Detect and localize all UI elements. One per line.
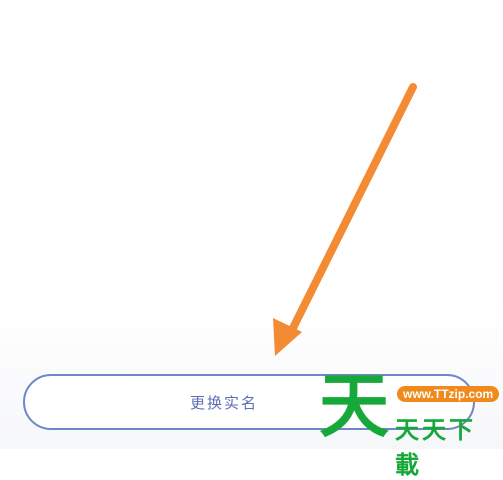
watermark-logo-char: 天 <box>319 365 389 447</box>
watermark-url: www.TTzip.com <box>397 386 500 402</box>
watermark-name: 天天下載 <box>395 416 476 479</box>
watermark-logo: 天 <box>319 366 391 446</box>
watermark: 天 www.TTzip.com 天天下載 <box>315 366 500 479</box>
